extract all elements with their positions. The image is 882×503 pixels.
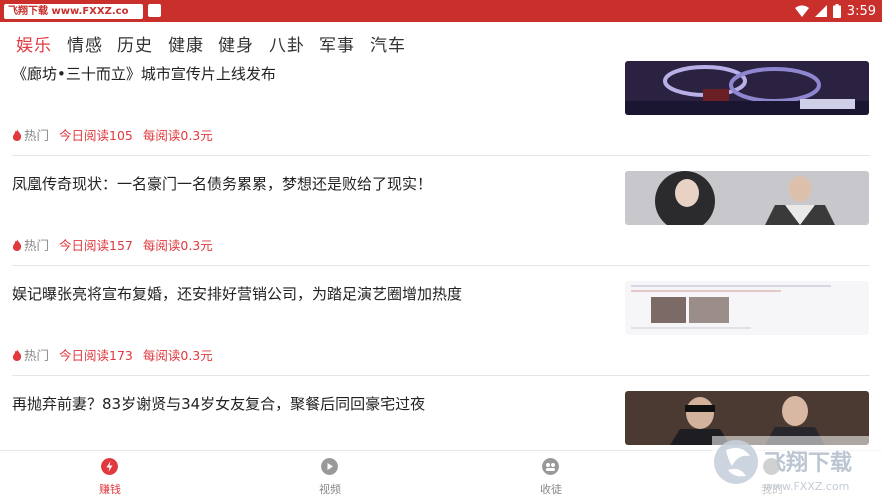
article-meta: 热门 今日阅读157 每阅读0.3元 [12, 235, 213, 254]
article-thumbnail[interactable] [625, 61, 869, 115]
notification-icon [148, 4, 161, 17]
notification-icon [128, 4, 141, 17]
read-count: 今日阅读105 [59, 128, 133, 143]
tab-health[interactable]: 健康 [168, 31, 204, 56]
watermark-url: www.FXXZ.com [764, 480, 849, 493]
fire-icon [12, 128, 22, 141]
hot-label: 热门 [24, 128, 50, 143]
read-count: 今日阅读173 [59, 348, 133, 363]
tab-auto[interactable]: 汽车 [370, 31, 406, 56]
tab-history[interactable]: 历史 [117, 31, 153, 56]
article-thumbnail[interactable] [625, 281, 869, 335]
play-icon [321, 458, 338, 475]
people-icon [542, 458, 559, 475]
nav-earn[interactable]: 赚钱 [60, 451, 160, 499]
tab-gossip[interactable]: 八卦 [269, 31, 305, 56]
article-title[interactable]: 娱记曝张亮将宣布复婚，还安排好营销公司，为踏足演艺圈增加热度 [12, 283, 462, 304]
article-meta: 热门 今日阅读105 每阅读0.3元 [12, 125, 213, 144]
fire-icon [12, 348, 22, 361]
nav-label: 赚钱 [99, 483, 121, 496]
tab-fitness[interactable]: 健身 [218, 31, 254, 56]
watermark-logo: 飞翔下载 [764, 450, 852, 476]
reward-rate: 每阅读0.3元 [142, 348, 213, 363]
reward-rate: 每阅读0.3元 [142, 238, 213, 253]
category-tabs: 娱乐 情感 历史 健康 健身 八卦 军事 汽车 [0, 22, 882, 62]
fire-icon [12, 238, 22, 251]
clock: 3:59 [846, 3, 876, 19]
read-count: 今日阅读157 [59, 238, 133, 253]
article-title[interactable]: 再抛弃前妻？83岁谢贤与34岁女友复合，聚餐后同回豪宅过夜 [12, 393, 425, 414]
nav-recruit[interactable]: 收徒 [501, 451, 601, 499]
tab-military[interactable]: 军事 [319, 31, 355, 56]
hot-label: 热门 [24, 348, 50, 363]
watermark: 飞翔下载 www.FXXZ.com [712, 436, 882, 498]
download-badge: 飞翔下载 www.FXXZ.com [4, 4, 143, 19]
wifi-icon [794, 5, 809, 17]
hot-label: 热门 [24, 238, 50, 253]
article-title[interactable]: 凤凰传奇现状：一名豪门一名债务累累，梦想还是败给了现实！ [12, 173, 432, 194]
status-icons: 3:59 [794, 2, 876, 20]
status-bar: 飞翔下载 www.FXXZ.com 3:59 [0, 0, 882, 22]
battery-icon [832, 4, 841, 18]
divider [12, 265, 870, 266]
article-item[interactable]: 《廊坊•三十而立》城市宣传片上线发布 热门 今日阅读105 每阅读0.3元 [0, 61, 882, 173]
reward-rate: 每阅读0.3元 [142, 128, 213, 143]
article-meta: 热门 今日阅读173 每阅读0.3元 [12, 345, 213, 364]
tab-emotion[interactable]: 情感 [67, 31, 103, 56]
divider [12, 375, 870, 376]
article-item[interactable]: 凤凰传奇现状：一名豪门一名债务累累，梦想还是败给了现实！ 热门 今日阅读157 … [0, 171, 882, 283]
tab-entertainment[interactable]: 娱乐 [16, 31, 52, 56]
nav-label: 收徒 [540, 483, 562, 496]
divider [12, 155, 870, 156]
lightning-icon [101, 458, 118, 475]
article-item[interactable]: 娱记曝张亮将宣布复婚，还安排好营销公司，为踏足演艺圈增加热度 热门 今日阅读17… [0, 281, 882, 393]
article-thumbnail[interactable] [625, 171, 869, 225]
nav-label: 视频 [319, 483, 341, 496]
nav-video[interactable]: 视频 [280, 451, 380, 499]
article-title[interactable]: 《廊坊•三十而立》城市宣传片上线发布 [12, 63, 276, 84]
signal-icon [814, 5, 827, 17]
